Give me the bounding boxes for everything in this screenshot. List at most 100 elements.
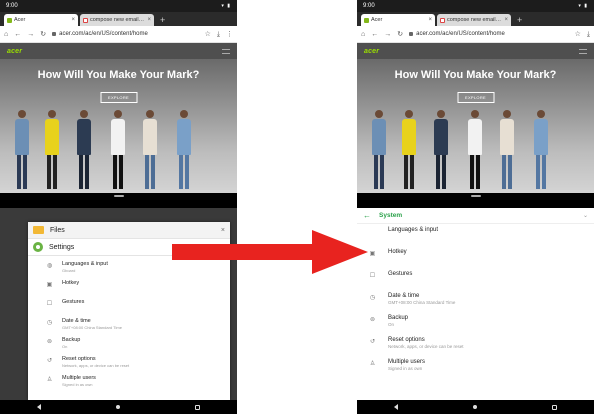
settings-item-languages[interactable]: Languages & input — [357, 224, 594, 246]
url-text: acer.com/ac/en/US/content/home — [416, 31, 505, 37]
url-text: acer.com/ac/en/US/content/home — [59, 31, 148, 37]
tab-close-icon[interactable]: × — [504, 17, 508, 23]
settings-item-reset[interactable]: ↺ Reset options Network, apps, or device … — [28, 353, 230, 372]
navigation-bar — [357, 400, 594, 414]
item-title: Hotkey — [62, 280, 80, 286]
settings-item-hotkey[interactable]: ▣ Hotkey — [357, 246, 594, 268]
hamburger-menu-icon[interactable] — [222, 48, 230, 54]
item-subtitle: Signed in as own — [388, 366, 423, 371]
download-icon[interactable]: ⤓ — [587, 31, 590, 38]
star-icon[interactable]: ☆ — [575, 31, 581, 38]
nav-recents-icon[interactable] — [551, 404, 557, 410]
item-title: Multiple users — [388, 359, 426, 365]
settings-item-date-time[interactable]: ◷ Date & time GMT+08:00 China Standard Ti… — [28, 315, 230, 334]
back-arrow-icon[interactable]: ← — [14, 31, 21, 38]
reload-icon[interactable]: ↻ — [397, 31, 403, 38]
tab-title: Acer — [371, 17, 383, 23]
backup-icon: ⊚ — [46, 339, 53, 345]
settings-item-backup[interactable]: ⊚ Backup On — [357, 312, 594, 334]
status-icons: ▾ ▮ — [578, 3, 588, 9]
browser-toolbar: ⌂ ← → ↻ acer.com/ac/en/US/content/home ☆… — [357, 26, 594, 43]
item-subtitle: On — [62, 344, 68, 349]
menu-dots-icon[interactable]: ⋮ — [226, 31, 233, 38]
clock-icon: ◷ — [46, 320, 53, 326]
status-bar: 9:00 ▾ ▮ — [357, 0, 594, 12]
nav-recents-icon[interactable] — [194, 404, 200, 410]
download-icon[interactable]: ⤓ — [217, 31, 220, 38]
reset-icon: ↺ — [369, 339, 376, 345]
split-screen-divider[interactable] — [357, 193, 594, 198]
item-title: Reset options — [388, 337, 425, 343]
hamburger-menu-icon[interactable] — [579, 48, 587, 54]
new-tab-button[interactable]: + — [160, 14, 165, 26]
item-title: Languages & input — [62, 261, 108, 267]
red-arrow-icon — [172, 230, 368, 274]
divider-handle-icon[interactable] — [113, 194, 124, 197]
folder-icon — [33, 226, 44, 234]
reload-icon[interactable]: ↻ — [40, 31, 46, 38]
home-icon[interactable]: ⌂ — [4, 31, 8, 38]
split-screen-divider[interactable] — [0, 193, 237, 198]
item-subtitle: Signed in as own — [62, 382, 93, 387]
system-header: ← System ⌄ — [357, 208, 594, 224]
web-page: acer How Will You Make Your Mark? EXPLOR… — [0, 43, 237, 193]
settings-item-users[interactable]: ♙ Multiple users Signed in as own — [357, 356, 594, 378]
back-arrow-icon[interactable]: ← — [371, 31, 378, 38]
settings-item-date-time[interactable]: ◷ Date & time GMT+08:00 China Standard Ti… — [357, 290, 594, 312]
nav-back-icon[interactable] — [394, 404, 399, 410]
acer-favicon-icon — [7, 17, 12, 23]
address-bar[interactable]: acer.com/ac/en/US/content/home — [52, 29, 199, 40]
star-icon[interactable]: ☆ — [205, 31, 211, 38]
item-title: Gestures — [388, 271, 413, 277]
status-time: 9:00 — [363, 3, 375, 9]
hero-banner: How Will You Make Your Mark? EXPLORE — [0, 59, 237, 193]
home-icon[interactable]: ⌂ — [361, 31, 365, 38]
more-icon[interactable]: ⌄ — [583, 212, 588, 219]
tab-acer[interactable]: Acer × — [4, 14, 78, 26]
navigation-bar — [0, 400, 237, 414]
settings-item-reset[interactable]: ↺ Reset options Network, apps, or device … — [357, 334, 594, 356]
gear-icon — [33, 242, 43, 252]
hero-title: How Will You Make Your Mark? — [37, 69, 200, 81]
user-icon: ♙ — [46, 377, 53, 383]
tab-close-icon[interactable]: × — [71, 17, 75, 23]
item-subtitle: GMT+08:00 China Standard Time — [388, 300, 456, 305]
item-title: Hotkey — [388, 249, 407, 255]
tab-compose-email[interactable]: compose new email - G × — [437, 14, 511, 26]
tab-close-icon[interactable]: × — [147, 17, 151, 23]
tab-close-icon[interactable]: × — [428, 17, 432, 23]
reset-icon: ↺ — [46, 358, 53, 364]
acer-logo[interactable]: acer — [364, 48, 379, 55]
explore-button[interactable]: EXPLORE — [100, 92, 137, 103]
divider-handle-icon[interactable] — [470, 194, 481, 197]
tab-acer[interactable]: Acer × — [361, 14, 435, 26]
nav-back-icon[interactable] — [37, 404, 42, 410]
clock-icon: ◷ — [369, 295, 376, 301]
forward-arrow-icon[interactable]: → — [384, 31, 391, 38]
settings-item-gestures[interactable]: ☐ Gestures — [357, 268, 594, 290]
tab-title: Acer — [14, 17, 26, 23]
nav-home-icon[interactable] — [115, 405, 120, 409]
user-icon: ♙ — [369, 361, 376, 367]
forward-arrow-icon[interactable]: → — [27, 31, 34, 38]
globe-icon: ◍ — [46, 263, 53, 269]
acer-logo[interactable]: acer — [7, 48, 22, 55]
status-time: 9:00 — [6, 3, 18, 9]
new-tab-button[interactable]: + — [517, 14, 522, 26]
files-label: Files — [50, 226, 65, 234]
address-bar[interactable]: acer.com/ac/en/US/content/home — [409, 29, 569, 40]
back-arrow-icon[interactable]: ← — [363, 211, 371, 220]
settings-item-users[interactable]: ♙ Multiple users Signed in as own — [28, 372, 230, 391]
nav-home-icon[interactable] — [472, 405, 477, 409]
settings-item-backup[interactable]: ⊚ Backup On — [28, 334, 230, 353]
item-title: Multiple users — [62, 375, 96, 381]
settings-label: Settings — [49, 243, 75, 251]
item-subtitle: GMT+08:00 China Standard Time — [62, 325, 122, 330]
explore-button[interactable]: EXPLORE — [457, 92, 494, 103]
tab-compose-email[interactable]: compose new email - G × — [80, 14, 154, 26]
settings-item-hotkey[interactable]: ▣ Hotkey — [28, 277, 230, 296]
system-title: System — [379, 212, 403, 219]
settings-item-gestures[interactable]: ☐ Gestures — [28, 296, 230, 315]
status-bar: 9:00 ▾ ▮ — [0, 0, 237, 12]
hero-people-image — [369, 109, 582, 189]
